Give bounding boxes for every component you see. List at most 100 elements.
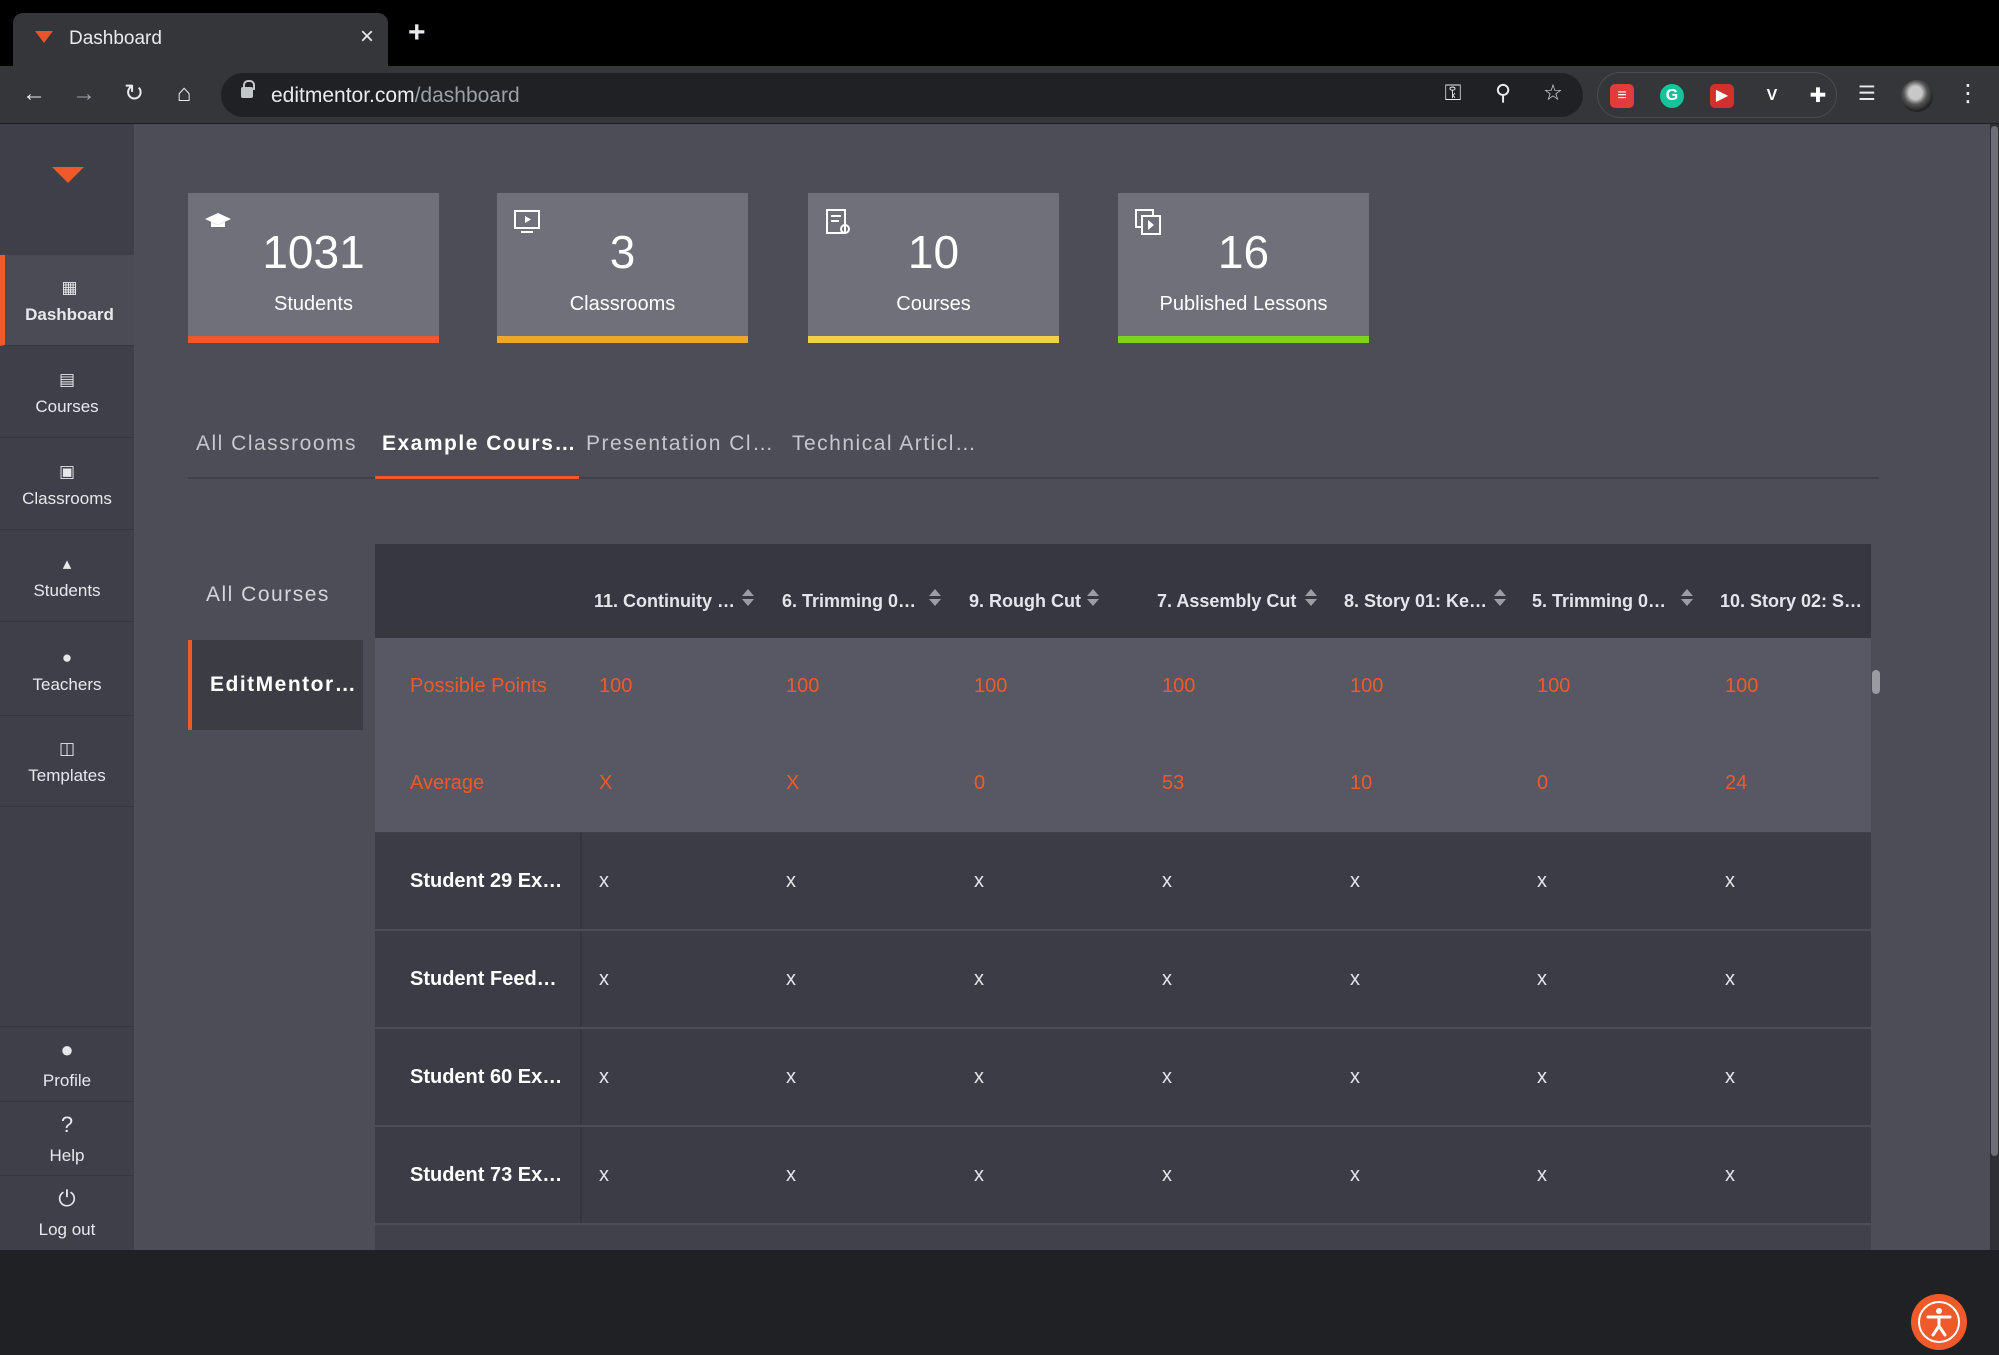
dashboard-icon: ▦ — [61, 278, 78, 297]
cell[interactable]: x — [786, 1164, 796, 1187]
sidebar-item-help[interactable]: ? Help — [0, 1101, 134, 1175]
cell[interactable]: x — [1537, 968, 1547, 991]
column-header[interactable]: 7. Assembly Cut — [1157, 591, 1296, 612]
student-name[interactable]: Student 29 Ex… — [410, 870, 562, 893]
student-name[interactable]: Student 60 Ex… — [410, 1066, 562, 1089]
sidebar-item-students[interactable]: ▴ Students — [0, 531, 134, 622]
sort-icon[interactable] — [1305, 589, 1317, 609]
cell[interactable]: x — [974, 1066, 984, 1089]
key-icon[interactable]: ⚿ — [1438, 80, 1468, 106]
grammarly-icon[interactable]: G — [1660, 84, 1684, 108]
lock-icon — [241, 80, 255, 98]
column-header[interactable]: 6. Trimming 0… — [782, 591, 916, 612]
courses-icon: ▤ — [58, 370, 76, 389]
cell[interactable]: x — [1725, 1164, 1735, 1187]
cell[interactable]: x — [1350, 870, 1360, 893]
cell[interactable]: x — [786, 870, 796, 893]
cell[interactable]: x — [1537, 870, 1547, 893]
tab-title: Dashboard — [69, 28, 162, 49]
media-icon[interactable]: ☰ — [1850, 77, 1884, 111]
cell[interactable]: x — [1725, 1066, 1735, 1089]
tab-all-classrooms[interactable]: All Classrooms — [196, 429, 357, 479]
cell[interactable]: x — [974, 1164, 984, 1187]
sidebar-item-logout[interactable]: ⏻ Log out — [0, 1175, 134, 1249]
page-scrollbar-thumb[interactable] — [1991, 126, 1998, 1156]
sidebar-item-classrooms[interactable]: ▣ Classrooms — [0, 439, 134, 530]
v-extension-icon[interactable]: V — [1760, 84, 1784, 108]
table-row[interactable]: Student 29 Ex… x x x x x x x — [375, 833, 1871, 931]
table-scrollbar[interactable] — [1872, 670, 1880, 694]
cell[interactable]: x — [1725, 968, 1735, 991]
course-item-editmentor[interactable]: EditMentor… — [188, 640, 363, 730]
home-icon[interactable]: ⌂ — [167, 77, 201, 111]
accessibility-button[interactable] — [1911, 1294, 1967, 1350]
cell[interactable]: x — [1162, 968, 1172, 991]
table-row[interactable]: Student Feed… x x x x x x x — [375, 931, 1871, 1029]
sidebar-item-label: Students — [33, 581, 101, 600]
cell[interactable]: x — [1725, 870, 1735, 893]
cell[interactable]: x — [786, 1066, 796, 1089]
cell[interactable]: x — [1350, 968, 1360, 991]
table-row[interactable]: Student 60 Ex… x x x x x x x — [375, 1029, 1871, 1127]
sidebar-item-teachers[interactable]: ● Teachers — [0, 625, 134, 716]
column-header[interactable]: 8. Story 01: Ke… — [1344, 591, 1487, 612]
browser-tab[interactable]: Dashboard × — [13, 13, 388, 66]
cell[interactable]: x — [786, 968, 796, 991]
sort-icon[interactable] — [1087, 589, 1099, 609]
sidebar-item-templates[interactable]: ◫ Templates — [0, 716, 134, 807]
cell[interactable]: x — [599, 870, 609, 893]
forward-icon[interactable]: → — [67, 77, 101, 111]
column-header[interactable]: 10. Story 02: S… — [1720, 591, 1862, 612]
table-row[interactable]: Student 73 Ex… x x x x x x x — [375, 1127, 1871, 1225]
cell[interactable]: x — [599, 1066, 609, 1089]
column-header[interactable]: 9. Rough Cut — [969, 591, 1081, 612]
sort-icon[interactable] — [1494, 589, 1506, 609]
sort-icon[interactable] — [929, 589, 941, 609]
puzzle-icon[interactable]: ✚ — [1806, 84, 1830, 108]
cell[interactable]: x — [974, 870, 984, 893]
url-text: editmentor.com/dashboard — [271, 84, 520, 107]
stat-card-published-lessons[interactable]: 16 Published Lessons — [1118, 193, 1369, 343]
student-name[interactable]: Student 73 Ex… — [410, 1164, 562, 1187]
tab-presentation[interactable]: Presentation Cl… — [586, 429, 775, 479]
cell[interactable]: x — [1537, 1066, 1547, 1089]
stat-label: Classrooms — [569, 293, 676, 315]
address-bar[interactable]: editmentor.com/dashboard ⚿ ⚲ ☆ — [221, 73, 1583, 117]
cell[interactable]: x — [599, 968, 609, 991]
cell[interactable]: x — [1350, 1164, 1360, 1187]
column-header[interactable]: 11. Continuity … — [594, 591, 735, 612]
student-name[interactable]: Student Feed… — [410, 968, 557, 991]
cell[interactable]: x — [1350, 1066, 1360, 1089]
tab-example-course[interactable]: Example Cours… — [375, 429, 579, 479]
sort-icon[interactable] — [742, 589, 754, 609]
new-tab-icon[interactable]: + — [408, 18, 426, 48]
zoom-icon[interactable]: ⚲ — [1488, 80, 1518, 106]
stat-card-students[interactable]: 1031 Students — [188, 193, 439, 343]
sort-icon[interactable] — [1681, 589, 1693, 609]
sidebar-item-courses[interactable]: ▤ Courses — [0, 347, 134, 438]
browser-tab-strip: Dashboard × + — [0, 0, 1999, 66]
column-header[interactable]: 5. Trimming 0… — [1532, 591, 1666, 612]
page-scrollbar[interactable] — [1990, 124, 1999, 1250]
video-extension-icon[interactable]: ▶ — [1710, 84, 1734, 108]
logo-icon[interactable] — [52, 167, 84, 183]
sidebar-item-profile[interactable]: ● Profile — [0, 1026, 134, 1100]
reload-icon[interactable]: ↻ — [117, 77, 151, 111]
close-tab-icon[interactable]: × — [360, 24, 374, 50]
cell[interactable]: x — [1162, 1066, 1172, 1089]
stat-card-courses[interactable]: 10 Courses — [808, 193, 1059, 343]
extension-red-icon[interactable]: ≡ — [1610, 84, 1634, 108]
cell[interactable]: x — [1162, 1164, 1172, 1187]
star-icon[interactable]: ☆ — [1538, 80, 1568, 106]
browser-avatar[interactable] — [1901, 80, 1933, 112]
cell[interactable]: x — [1162, 870, 1172, 893]
sidebar-item-dashboard[interactable]: ▦ Dashboard — [0, 255, 134, 346]
cell[interactable]: x — [1537, 1164, 1547, 1187]
cell[interactable]: x — [599, 1164, 609, 1187]
tab-technical-articles[interactable]: Technical Articl… — [792, 429, 977, 479]
course-item-all[interactable]: All Courses — [188, 550, 363, 640]
stat-card-classrooms[interactable]: 3 Classrooms — [497, 193, 748, 343]
cell[interactable]: x — [974, 968, 984, 991]
menu-icon[interactable]: ⋮ — [1951, 77, 1985, 111]
back-icon[interactable]: ← — [17, 77, 51, 111]
